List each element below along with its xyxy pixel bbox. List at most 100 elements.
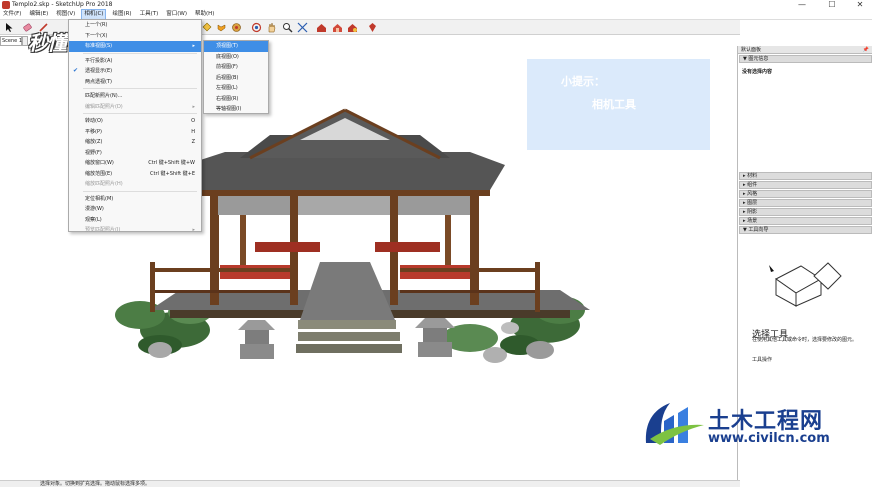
menu-item-shortcut: Ctrl 键+Shift 键+W: [148, 160, 195, 166]
menu-item-label: 平行投影(A): [85, 57, 113, 64]
camera-menu-item[interactable]: 缩放范围(E) Ctrl 键+Shift 键+E: [69, 169, 201, 180]
tool-guide-operations: 工具操作: [752, 357, 773, 363]
entity-info-text: 没有选择内容: [742, 69, 773, 75]
scene-tab[interactable]: Scene 1: [0, 36, 22, 46]
minimize-button[interactable]: —: [792, 0, 812, 10]
tray-panel-header[interactable]: ▸ 图层: [739, 199, 872, 207]
menu-separator: [83, 113, 197, 114]
menu-item-label: 漫游(W): [85, 206, 104, 212]
camera-menu-item[interactable]: 定位相机(M): [69, 194, 201, 205]
menu-item-label: 缩放范围(E): [85, 170, 113, 177]
menu-item-shortcut: H: [191, 128, 195, 135]
tool-guide-description: 在使用其他工具或命令时，选择要修改的图元。: [752, 337, 858, 343]
menu-item-label: 缩放匹配照片(H): [85, 181, 123, 187]
tip-body: 相机工具: [592, 98, 636, 111]
menu-separator: [83, 88, 197, 89]
standard-view-item[interactable]: 底视图(O): [204, 52, 268, 63]
checkmark-icon: ✔: [73, 67, 79, 74]
follow-me-icon[interactable]: [230, 21, 242, 33]
camera-menu-item[interactable]: ✔ 透视显示(E): [69, 66, 201, 77]
tip-title: 小提示：: [561, 75, 605, 88]
menu-draw[interactable]: 绘图(R): [110, 10, 133, 19]
menu-tools[interactable]: 工具(T): [138, 10, 161, 19]
camera-menu-item[interactable]: 视野(F): [69, 148, 201, 159]
camera-dropdown-menu: 上一个(R) 下一个(X) 标准视图(S) ▸ 平行投影(A) ✔ 透视显示(E) 两点透视(…: [68, 19, 202, 233]
status-text: 选择对象。切换到扩充选择。拖动鼠标选择多项。: [40, 481, 151, 487]
menu-item-label: 观察(L): [85, 216, 102, 223]
select-tool-icon[interactable]: [3, 21, 15, 33]
tip-overlay: 小提示： 相机工具: [527, 59, 710, 150]
zoom-extents-icon[interactable]: [296, 21, 308, 33]
camera-menu-item[interactable]: 漫游(W): [69, 204, 201, 215]
camera-menu-item[interactable]: 平移(P) H: [69, 127, 201, 138]
extension-warehouse-icon[interactable]: [346, 21, 358, 33]
standard-view-item[interactable]: 后视图(B): [204, 73, 268, 84]
camera-menu-item[interactable]: 平行投影(A): [69, 56, 201, 67]
menu-item-label: 下一个(X): [85, 32, 108, 39]
menu-window[interactable]: 窗口(W): [164, 10, 189, 19]
standard-view-item[interactable]: 等轴视图(I): [204, 104, 268, 115]
zoom-icon[interactable]: [281, 21, 293, 33]
menu-view[interactable]: 视图(V): [54, 10, 77, 19]
sketchup-logo-icon: [2, 1, 10, 9]
menu-item-shortcut: ▸: [192, 103, 195, 110]
tray-panel-header[interactable]: ▸ 风格: [739, 190, 872, 198]
menu-item-shortcut: O: [191, 118, 195, 124]
menu-help[interactable]: 帮助(H): [193, 10, 216, 19]
menu-item-label: 定位相机(M): [85, 195, 114, 202]
menu-item-shortcut: ▸: [192, 43, 195, 49]
menu-separator: [83, 52, 197, 54]
tray-panel-header[interactable]: ▸ 阴影: [739, 208, 872, 216]
tray-panel-header[interactable]: ▸ 组件: [739, 181, 872, 189]
menu-item-label: 平移(P): [85, 128, 102, 135]
components-icon[interactable]: [331, 21, 343, 33]
camera-menu-item[interactable]: 转动(O) O: [69, 116, 201, 127]
standard-view-item[interactable]: 左视图(L): [204, 83, 268, 94]
standard-view-item[interactable]: 顶视图(T): [204, 41, 268, 52]
menu-item-label: 转动(O): [85, 118, 103, 124]
pin-icon[interactable]: 📌: [863, 46, 869, 54]
menu-edit[interactable]: 编辑(E): [27, 10, 50, 19]
menu-item-label: 上一个(R): [85, 22, 108, 28]
pan-icon[interactable]: [265, 21, 277, 33]
standard-view-item[interactable]: 前视图(F): [204, 62, 268, 73]
tray-header: 默认面板 📌: [738, 46, 872, 54]
orbit-icon[interactable]: [250, 21, 262, 33]
menu-item-shortcut: Z: [191, 139, 195, 145]
maximize-button[interactable]: ☐: [822, 0, 842, 10]
civilcn-logo-icon: [645, 403, 704, 445]
tray-panel-header[interactable]: ▸ 材料: [739, 172, 872, 180]
camera-menu-item[interactable]: 两点透视(T): [69, 77, 201, 88]
standard-view-item[interactable]: 右视图(R): [204, 94, 268, 105]
entity-info-header[interactable]: ▼ 图元信息: [739, 55, 872, 63]
menu-item-label: 两点透视(T): [85, 78, 112, 85]
menu-item-label: 透视显示(E): [85, 68, 113, 74]
camera-menu-item[interactable]: 缩放(Z) Z: [69, 137, 201, 148]
menu-item-label: 编辑匹配照片(D): [85, 103, 123, 110]
sketchup-window: Templo2.skp - SketchUp Pro 2018 — ☐ ✕ 文件…: [0, 0, 872, 487]
camera-menu-item[interactable]: 缩放窗口(W) Ctrl 键+Shift 键+W: [69, 158, 201, 169]
window-title: Templo2.skp - SketchUp Pro 2018: [12, 1, 113, 8]
camera-menu-item: 编辑匹配照片(D) ▸: [69, 102, 201, 113]
house-illustration: [769, 262, 842, 307]
menu-item-shortcut: ▸: [192, 227, 195, 233]
camera-menu-item[interactable]: 下一个(X): [69, 31, 201, 42]
menu-item-shortcut: Ctrl 键+Shift 键+E: [150, 170, 195, 177]
menu-item-label: 缩放窗口(W): [85, 160, 114, 166]
menu-file[interactable]: 文件(F): [1, 10, 23, 19]
title-bar: Templo2.skp - SketchUp Pro 2018 — ☐ ✕: [0, 0, 872, 10]
push-pull-icon[interactable]: [215, 21, 227, 33]
menu-item-label: 视野(F): [85, 149, 102, 156]
warehouse-icon[interactable]: [315, 21, 327, 33]
camera-menu-item: 缩放匹配照片(H): [69, 179, 201, 190]
camera-menu-item: 预览匹配照片(I) ▸: [69, 225, 201, 236]
close-button[interactable]: ✕: [850, 0, 870, 10]
tray-panel-header[interactable]: ▸ 场景: [739, 217, 872, 225]
camera-menu-item[interactable]: 匹配新照片(N)...: [69, 91, 201, 102]
menu-item-label: 预览匹配照片(I): [85, 227, 121, 233]
camera-menu-item[interactable]: 观察(L): [69, 215, 201, 226]
camera-menu-item[interactable]: 标准视图(S) ▸: [69, 41, 201, 52]
tray-panel-header[interactable]: ▼ 工具向导: [739, 226, 872, 234]
camera-menu-item[interactable]: 上一个(R): [69, 20, 201, 31]
ruby-console-icon[interactable]: [366, 21, 378, 33]
